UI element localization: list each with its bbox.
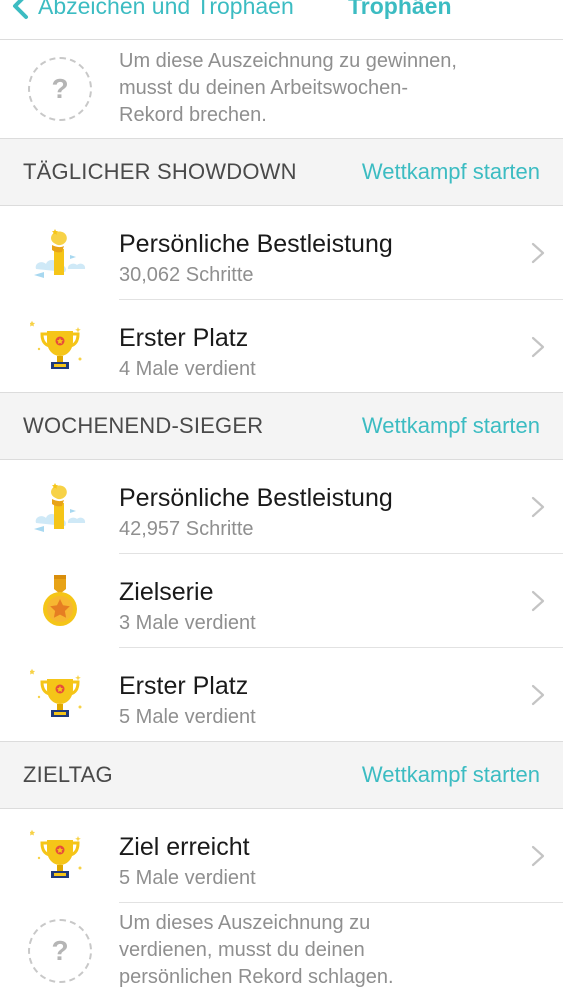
locked-description: Um dieses Auszeichnung zu verdienen, mus… xyxy=(119,910,519,991)
item-subtitle: 4 Male verdient xyxy=(119,358,256,380)
page-title: Trophäen xyxy=(348,0,452,19)
locked-line: musst du deinen Arbeitswochen- xyxy=(119,77,409,99)
personal-best-icon xyxy=(30,225,90,281)
trophy-icon xyxy=(30,319,90,375)
item-subtitle: 42,957 Schritte xyxy=(119,518,254,540)
list-item[interactable]: Zielserie 3 Male verdient xyxy=(0,554,563,648)
start-competition-link[interactable]: Wettkampf starten xyxy=(362,139,540,205)
personal-best-icon xyxy=(30,479,90,535)
locked-line: Um diese Auszeichnung zu gewinnen, xyxy=(119,50,457,72)
list-item[interactable]: Erster Platz 4 Male verdient xyxy=(0,300,563,394)
chevron-right-icon xyxy=(531,684,545,706)
locked-award-item: ? Um diese Auszeichnung zu gewinnen, mus… xyxy=(0,40,563,138)
item-title: Persönliche Bestleistung xyxy=(119,230,393,258)
chevron-right-icon xyxy=(531,496,545,518)
start-competition-link[interactable]: Wettkampf starten xyxy=(362,393,540,459)
locked-line: verdienen, musst du deinen xyxy=(119,939,365,961)
nav-bar: Abzeichen und Trophäen Trophäen xyxy=(0,0,563,40)
back-button[interactable]: Abzeichen und Trophäen xyxy=(10,0,294,22)
back-label: Abzeichen und Trophäen xyxy=(38,0,294,19)
item-title: Persönliche Bestleistung xyxy=(119,484,393,512)
locked-award-item: ? Um dieses Auszeichnung zu verdienen, m… xyxy=(0,903,563,999)
item-subtitle: 30,062 Schritte xyxy=(119,264,254,286)
item-title: Erster Platz xyxy=(119,324,249,352)
item-subtitle: 3 Male verdient xyxy=(119,612,256,634)
list-item[interactable]: Erster Platz 5 Male verdient xyxy=(0,648,563,742)
item-title: Ziel erreicht xyxy=(119,833,250,861)
section-header-daily-showdown: TÄGLICHER SHOWDOWN Wettkampf starten xyxy=(0,138,563,206)
trophy-icon xyxy=(30,667,90,723)
chevron-right-icon xyxy=(531,336,545,358)
section-title: ZIELTAG xyxy=(23,762,113,787)
list-item[interactable]: Persönliche Bestleistung 30,062 Schritte xyxy=(0,206,563,300)
section-title: WOCHENEND-SIEGER xyxy=(23,413,264,438)
question-mark-icon: ? xyxy=(28,919,92,983)
list-item[interactable]: Ziel erreicht 5 Male verdient xyxy=(0,809,563,903)
section-header-goal-day: ZIELTAG Wettkampf starten xyxy=(0,741,563,809)
trophy-icon xyxy=(30,828,90,884)
item-subtitle: 5 Male verdient xyxy=(119,867,256,889)
chevron-right-icon xyxy=(531,242,545,264)
item-title: Erster Platz xyxy=(119,672,249,700)
question-mark-icon: ? xyxy=(28,57,92,121)
item-title: Zielserie xyxy=(119,578,214,606)
chevron-right-icon xyxy=(531,590,545,612)
locked-line: Um dieses Auszeichnung zu xyxy=(119,912,371,934)
start-competition-link[interactable]: Wettkampf starten xyxy=(362,742,540,808)
locked-line: persönlichen Rekord schlagen. xyxy=(119,966,394,988)
locked-description: Um diese Auszeichnung zu gewinnen, musst… xyxy=(119,48,519,129)
chevron-right-icon xyxy=(531,845,545,867)
chevron-left-icon xyxy=(13,0,28,19)
medal-icon xyxy=(30,573,90,629)
section-header-weekend-winner: WOCHENEND-SIEGER Wettkampf starten xyxy=(0,392,563,460)
list-item[interactable]: Persönliche Bestleistung 42,957 Schritte xyxy=(0,460,563,554)
item-subtitle: 5 Male verdient xyxy=(119,706,256,728)
section-title: TÄGLICHER SHOWDOWN xyxy=(23,159,297,184)
locked-line: Rekord brechen. xyxy=(119,104,267,126)
